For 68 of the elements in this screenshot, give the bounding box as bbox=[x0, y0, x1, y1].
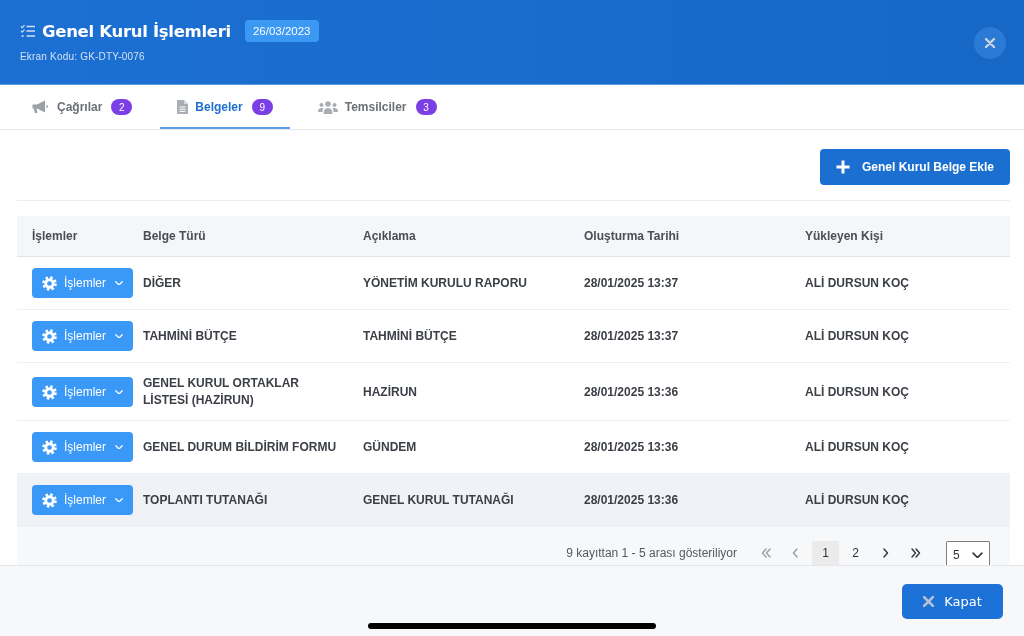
column-header: Yükleyen Kişi bbox=[804, 229, 885, 243]
column-header: İşlemler bbox=[31, 229, 79, 243]
chevron-down-icon bbox=[115, 444, 123, 450]
table-cell-text: GENEL DURUM BİLDİRİM FORMU bbox=[142, 438, 338, 456]
chevron-down-icon bbox=[115, 333, 123, 339]
gear-icon bbox=[42, 492, 57, 508]
tab[interactable]: Belgeler 9 bbox=[160, 85, 290, 129]
table-cell-text: GÜNDEM bbox=[362, 438, 418, 456]
page-size-select[interactable]: 5 bbox=[946, 541, 990, 565]
page-button[interactable]: 2 bbox=[842, 541, 869, 565]
table-cell-text: TAHMİNİ BÜTÇE bbox=[362, 327, 458, 345]
actions-dropdown-button[interactable]: İşlemler bbox=[32, 268, 133, 298]
table-cell-text: TAHMİNİ BÜTÇE bbox=[142, 327, 238, 345]
table-cell-text: 28/01/2025 13:36 bbox=[583, 383, 680, 401]
chevron-down-icon bbox=[115, 389, 123, 395]
chevron-down-icon bbox=[115, 280, 123, 286]
chevron-down-icon bbox=[115, 497, 123, 503]
pagination-summary: 9 kayıttan 1 - 5 arası gösteriliyor bbox=[566, 546, 737, 560]
column-header: Açıklama bbox=[362, 229, 417, 243]
close-dialog-button[interactable]: Kapat bbox=[902, 584, 1003, 619]
gear-icon bbox=[42, 384, 57, 400]
tab[interactable]: Çağrılar 2 bbox=[15, 85, 150, 129]
gear-icon bbox=[42, 275, 57, 291]
table-cell-text: DİĞER bbox=[142, 274, 182, 292]
column-header: Belge Türü bbox=[142, 229, 207, 243]
actions-dropdown-button[interactable]: İşlemler bbox=[32, 321, 133, 351]
table-cell-text: 28/01/2025 13:36 bbox=[583, 491, 680, 509]
close-button[interactable] bbox=[974, 27, 1006, 59]
document-icon bbox=[177, 100, 189, 114]
close-icon bbox=[985, 38, 995, 48]
gear-icon bbox=[42, 328, 57, 344]
screen-code: Ekran Kodu: GK-DTY-0076 bbox=[20, 51, 146, 62]
chevron-right-icon bbox=[881, 548, 890, 558]
megaphone-icon bbox=[32, 100, 50, 114]
chevron-left-icon bbox=[791, 548, 800, 558]
close-icon bbox=[923, 596, 935, 607]
count-badge: 2 bbox=[111, 99, 133, 115]
date-badge: 26/03/2023 bbox=[244, 20, 319, 42]
column-header: Oluşturma Tarihi bbox=[583, 229, 681, 243]
table-cell-text: 28/01/2025 13:36 bbox=[583, 438, 680, 456]
table-cell-text: 28/01/2025 13:37 bbox=[583, 274, 680, 292]
page-button[interactable]: 1 bbox=[812, 541, 839, 565]
modal-title: Genel Kurul İşlemleri bbox=[42, 21, 231, 41]
checklist-icon bbox=[20, 24, 36, 38]
table-cell-text: GENEL KURUL TUTANAĞI bbox=[362, 491, 515, 509]
double-chevron-left-icon bbox=[760, 548, 771, 558]
table-cell-text: GENEL KURUL ORTAKLAR LİSTESİ (HAZİRUN) bbox=[142, 375, 300, 409]
count-badge: 3 bbox=[415, 99, 437, 115]
table-cell-text: ALİ DURSUN KOÇ bbox=[804, 327, 910, 345]
table-cell-text: 28/01/2025 13:37 bbox=[583, 327, 680, 345]
double-chevron-right-icon bbox=[910, 548, 921, 558]
table-cell-text: ALİ DURSUN KOÇ bbox=[804, 491, 910, 509]
users-icon bbox=[317, 100, 338, 114]
plus-icon bbox=[835, 160, 850, 174]
actions-dropdown-button[interactable]: İşlemler bbox=[32, 485, 133, 515]
table-cell-text: YÖNETİM KURULU RAPORU bbox=[362, 274, 528, 292]
gear-icon bbox=[42, 439, 57, 455]
table-cell-text: TOPLANTI TUTANAĞI bbox=[142, 491, 269, 509]
actions-dropdown-button[interactable]: İşlemler bbox=[32, 377, 133, 407]
table-cell-text: ALİ DURSUN KOÇ bbox=[804, 383, 910, 401]
table-cell-text: ALİ DURSUN KOÇ bbox=[804, 438, 910, 456]
table-cell-text: ALİ DURSUN KOÇ bbox=[804, 274, 910, 292]
tab[interactable]: Temsilciler 3 bbox=[300, 85, 454, 129]
table-cell-text: HAZİRUN bbox=[362, 383, 418, 401]
chevron-down-icon bbox=[972, 551, 983, 559]
actions-dropdown-button[interactable]: İşlemler bbox=[32, 432, 133, 462]
count-badge: 9 bbox=[251, 99, 273, 115]
add-document-button[interactable]: Genel Kurul Belge Ekle bbox=[820, 149, 1010, 185]
